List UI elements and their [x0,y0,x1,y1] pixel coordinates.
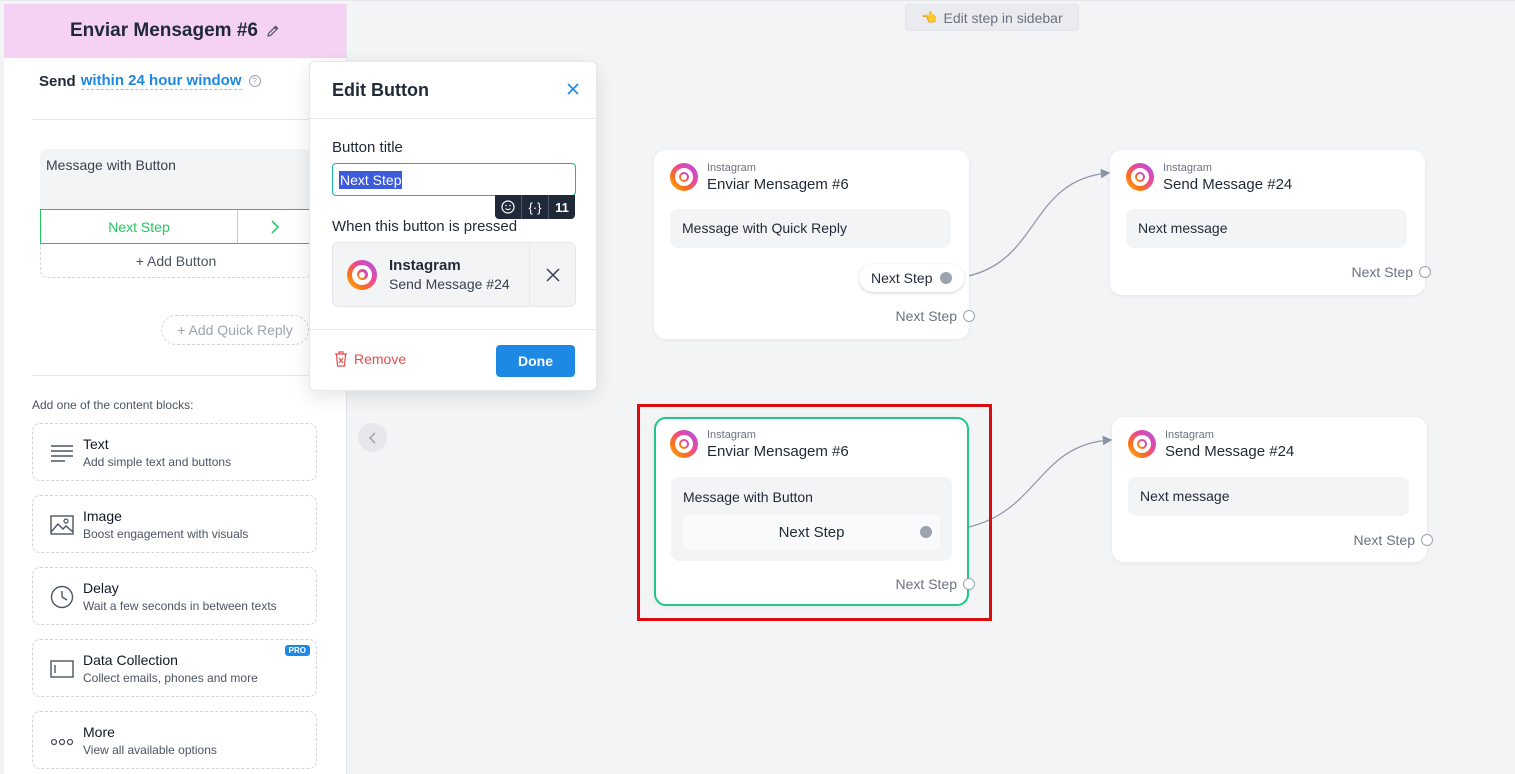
message-button-label[interactable]: Next Step [41,210,238,243]
target-step[interactable]: Instagram Send Message #24 [332,242,576,307]
flow-card-enviar-mensagem-quick-reply[interactable]: Instagram Enviar Mensagem #6 Message wit… [654,150,975,339]
when-pressed-label: When this button is pressed [332,218,518,235]
card-message[interactable]: Message with Quick Reply [670,209,951,248]
sidebar-header: Enviar Mensagem #6 [4,4,346,58]
done-button[interactable]: Done [496,345,575,377]
message-block[interactable]: Message with Button [40,149,312,209]
pencil-icon[interactable] [266,24,280,38]
chevron-right-icon[interactable] [238,210,311,243]
content-block-text[interactable]: Text Add simple text and buttons [32,423,317,481]
remove-target-icon[interactable] [530,243,575,306]
add-quick-reply-button[interactable]: + Add Quick Reply [161,315,309,345]
input-field-icon [50,657,74,681]
next-step-port[interactable]: Next Step [1354,532,1433,548]
highlight-box [637,404,992,621]
output-port[interactable] [1421,534,1433,546]
next-step-port[interactable]: Next Step [1352,264,1431,280]
add-button[interactable]: + Add Button [40,244,312,278]
divider [310,118,596,119]
card-title: Enviar Mensagem #6 [707,176,849,193]
remove-button[interactable]: Remove [334,351,406,367]
content-block-delay[interactable]: Delay Wait a few seconds in between text… [32,567,317,625]
flow-card-send-message-24-top[interactable]: Instagram Send Message #24 Next message … [1110,150,1431,295]
collapse-sidebar-button[interactable] [358,423,387,452]
card-message[interactable]: Next message [1128,477,1409,516]
content-block-more[interactable]: More View all available options [32,711,317,769]
instagram-icon [347,259,377,290]
edit-button-popup: Edit Button Button title Next Step {·} 1… [309,61,597,391]
output-port[interactable] [1419,266,1431,278]
output-port[interactable] [940,272,953,284]
pointing-hand-icon: 👈 [921,9,938,25]
text-lines-icon [50,441,74,465]
content-block-image[interactable]: Image Boost engagement with visuals [32,495,317,553]
clock-icon [50,585,74,609]
content-block-data-collection[interactable]: Data Collection Collect emails, phones a… [32,639,317,697]
button-title-label: Button title [332,139,403,156]
divider [32,375,322,376]
divider [310,329,596,330]
divider [32,119,322,120]
image-icon [50,513,74,537]
output-port[interactable] [963,310,975,322]
message-button[interactable]: Next Step [40,209,312,244]
target-step-info[interactable]: Instagram Send Message #24 [333,243,530,306]
close-icon[interactable] [566,82,580,96]
flow-card-send-message-24-bottom[interactable]: Instagram Send Message #24 Next message … [1112,417,1433,562]
step-title: Enviar Mensagem #6 [70,20,258,41]
card-message[interactable]: Next message [1126,209,1407,248]
instagram-icon [1126,163,1154,191]
popup-title: Edit Button [332,80,429,100]
card-title: Send Message #24 [1163,176,1293,193]
next-step-port[interactable]: Next Step [896,308,975,324]
emoji-icon[interactable] [495,195,521,219]
message-text[interactable]: Message with Button [46,157,176,173]
trash-icon [335,351,347,367]
button-title-input[interactable]: Next Step [332,163,576,196]
card-title: Send Message #24 [1165,443,1295,460]
char-count: 11 [548,195,575,219]
content-blocks-label: Add one of the content blocks: [32,398,194,412]
variables-icon[interactable]: {·} [521,195,548,219]
chevron-left-icon [368,431,376,444]
pro-badge: PRO [284,645,310,656]
instagram-icon [1128,430,1156,458]
sidebar: Enviar Mensagem #6 Send within 24 hour w… [4,4,347,774]
edit-step-hint: 👈 Edit step in sidebar [905,4,1079,31]
instagram-icon [670,163,698,191]
quick-reply-pill[interactable]: Next Step [859,264,965,292]
more-dots-icon [50,729,74,753]
send-window-row: Send within 24 hour window ? [39,72,261,90]
send-window-link[interactable]: within 24 hour window [80,72,242,90]
input-toolbar: {·} 11 [495,195,575,219]
help-icon[interactable]: ? [248,75,261,87]
